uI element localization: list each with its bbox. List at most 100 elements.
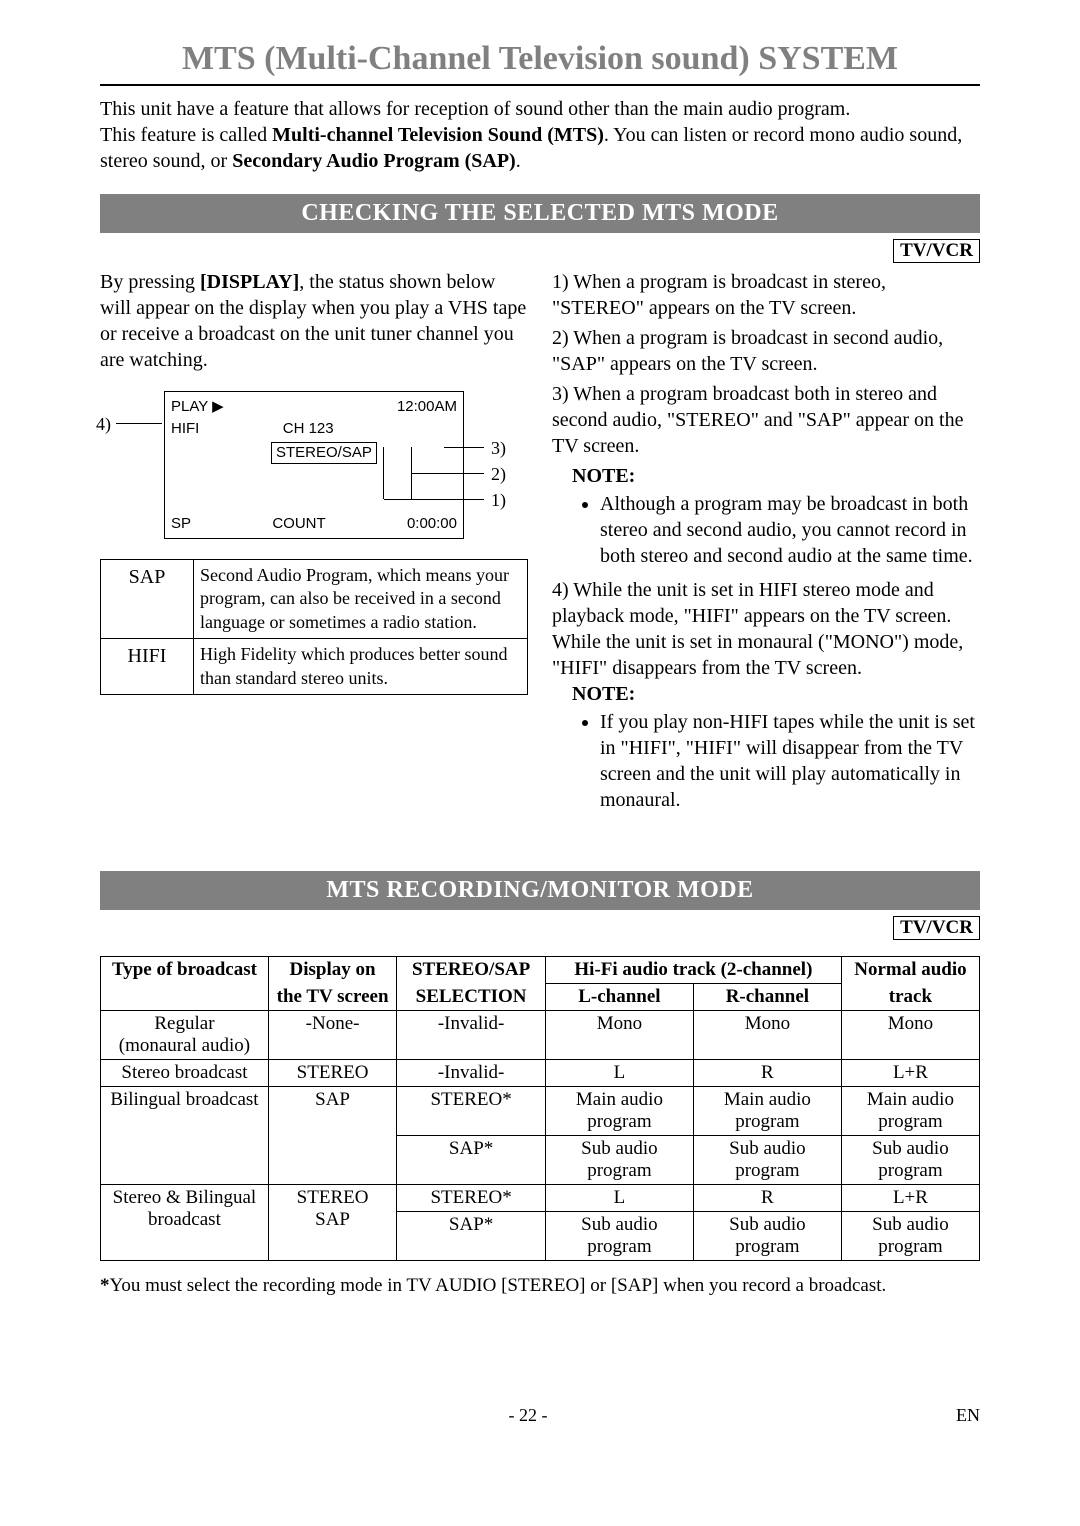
hdr-norm2: track (889, 986, 932, 1007)
reference-table: SAP Second Audio Program, which means yo… (100, 559, 528, 695)
table-row: Stereo & Bilingualbroadcast STEREOSAP ST… (101, 1185, 980, 1212)
cell-r: R (693, 1060, 841, 1087)
ref-sap-desc: Second Audio Program, which means your p… (194, 560, 528, 639)
cell-ss: SAP* (397, 1212, 546, 1261)
intro-paragraph: This unit have a feature that allows for… (100, 96, 980, 174)
right-item-3: 3) When a program broadcast both in ster… (552, 381, 980, 459)
cell-disp: STEREO (268, 1060, 396, 1087)
cell-n: Mono (841, 1011, 979, 1060)
hdr-norm1: Normal audio (854, 959, 966, 980)
cell-l: Main audioprogram (545, 1087, 693, 1136)
section2-heading: MTS RECORDING/MONITOR MODE (100, 871, 980, 910)
osd-stereo-sap-box: STEREO/SAP (271, 442, 377, 464)
osd-counter: 0:00:00 (407, 514, 457, 534)
cell-ss: STEREO* (397, 1185, 546, 1212)
note1-label: NOTE: (572, 465, 635, 487)
callout-4: 4) (96, 413, 111, 436)
cell-r: R (693, 1185, 841, 1212)
footnote-star: * (100, 1275, 110, 1296)
osd-ch: CH 123 (283, 419, 334, 439)
callout-line-4 (116, 423, 162, 424)
cell-n: Sub audioprogram (841, 1136, 979, 1185)
hdr-type: Type of broadcast (112, 959, 257, 980)
osd-diagram: PLAY ▶ 12:00AM HIFI CH 123 STEREO/SAP SP (164, 391, 464, 539)
section1-heading: CHECKING THE SELECTED MTS MODE (100, 194, 980, 233)
cell-n: Main audioprogram (841, 1087, 979, 1136)
callout-line-3 (444, 447, 484, 448)
hdr-hifi: Hi-Fi audio track (2-channel) (574, 959, 812, 980)
hdr-r: R-channel (726, 986, 809, 1007)
table-row: Bilingual broadcast SAP STEREO* Main aud… (101, 1087, 980, 1136)
cell-l: Sub audioprogram (545, 1136, 693, 1185)
section1-columns: By pressing [DISPLAY], the status shown … (100, 269, 980, 821)
tvvcr-badge: TV/VCR (893, 239, 980, 263)
right-numbered-list: 1) When a program is broadcast in stereo… (552, 269, 980, 459)
hdr-ss2: SELECTION (416, 986, 527, 1007)
page-title: MTS (Multi-Channel Television sound) SYS… (100, 40, 980, 86)
cell-ss: -Invalid- (397, 1060, 546, 1087)
callout-line-1 (384, 499, 484, 500)
note2-label: NOTE: (572, 683, 635, 705)
osd-sp: SP (171, 514, 191, 534)
intro-line2e: . (516, 150, 521, 172)
cell-l: Sub audioprogram (545, 1212, 693, 1261)
right-item-1: 1) When a program is broadcast in stereo… (552, 269, 980, 321)
intro-mts-bold: Multi-channel Television Sound (MTS) (272, 124, 604, 146)
footnote-text: You must select the recording mode in TV… (110, 1275, 887, 1296)
callout-1: 1) (491, 489, 506, 512)
cell-disp: SAP (268, 1087, 396, 1185)
footnote: *You must select the recording mode in T… (100, 1275, 980, 1297)
note1-bullets: Although a program may be broadcast in b… (600, 491, 980, 569)
cell-n: L+R (841, 1060, 979, 1087)
ref-row-sap: SAP Second Audio Program, which means yo… (101, 560, 528, 639)
cell-n: Sub audioprogram (841, 1212, 979, 1261)
ref-hifi-desc: High Fidelity which produces better soun… (194, 639, 528, 695)
right-item-4: 4) While the unit is set in HIFI stereo … (552, 577, 980, 681)
cell-r: Sub audioprogram (693, 1136, 841, 1185)
ref-row-hifi: HIFI High Fidelity which produces better… (101, 639, 528, 695)
note2-bullet: If you play non-HIFI tapes while the uni… (600, 709, 980, 813)
section1-left-col: By pressing [DISPLAY], the status shown … (100, 269, 528, 821)
hdr-display2: the TV screen (277, 986, 389, 1007)
callout-vline-2 (383, 447, 384, 499)
cell-n: L+R (841, 1185, 979, 1212)
osd-hifi: HIFI (171, 419, 199, 439)
callout-vline-1 (411, 447, 412, 499)
page-lang: EN (956, 1405, 980, 1426)
page-number: - 22 - (509, 1405, 548, 1426)
badge-row-1: TV/VCR (100, 239, 980, 269)
osd-time: 12:00AM (397, 397, 457, 417)
tvvcr-badge-2: TV/VCR (893, 916, 980, 940)
cell-l: Mono (545, 1011, 693, 1060)
left-intro-a: By pressing (100, 271, 200, 293)
cell-r: Mono (693, 1011, 841, 1060)
mts-header-row1: Type of broadcast Display on STEREO/SAP … (101, 957, 980, 984)
cell-ss: -Invalid- (397, 1011, 546, 1060)
right-item-2: 2) When a program is broadcast in second… (552, 325, 980, 377)
ref-sap-term: SAP (101, 560, 194, 639)
note2-bullets: If you play non-HIFI tapes while the uni… (600, 709, 980, 813)
cell-l: L (545, 1185, 693, 1212)
cell-l: L (545, 1060, 693, 1087)
mts-table: Type of broadcast Display on STEREO/SAP … (100, 956, 980, 1261)
intro-sap-bold: Secondary Audio Program (SAP) (232, 150, 516, 172)
hdr-l: L-channel (578, 986, 660, 1007)
cell-disp: STEREOSAP (268, 1185, 396, 1261)
cell-r: Sub audioprogram (693, 1212, 841, 1261)
left-intro-b: [DISPLAY] (200, 271, 299, 293)
cell-type: Stereo & Bilingualbroadcast (101, 1185, 269, 1261)
intro-line1: This unit have a feature that allows for… (100, 98, 850, 120)
cell-type: Stereo broadcast (101, 1060, 269, 1087)
table-row: Stereo broadcast STEREO -Invalid- L R L+… (101, 1060, 980, 1087)
section1-right-col: 1) When a program is broadcast in stereo… (552, 269, 980, 821)
page-footer: - 22 - EN (100, 1405, 980, 1426)
cell-type: Regular(monaural audio) (101, 1011, 269, 1060)
callout-2: 2) (491, 463, 506, 486)
callout-3: 3) (491, 437, 506, 460)
cell-type: Bilingual broadcast (101, 1087, 269, 1185)
cell-disp: -None- (268, 1011, 396, 1060)
callout-line-2 (412, 473, 484, 474)
manual-page: MTS (Multi-Channel Television sound) SYS… (40, 0, 1040, 1446)
cell-ss: SAP* (397, 1136, 546, 1185)
table-row: Regular(monaural audio) -None- -Invalid-… (101, 1011, 980, 1060)
